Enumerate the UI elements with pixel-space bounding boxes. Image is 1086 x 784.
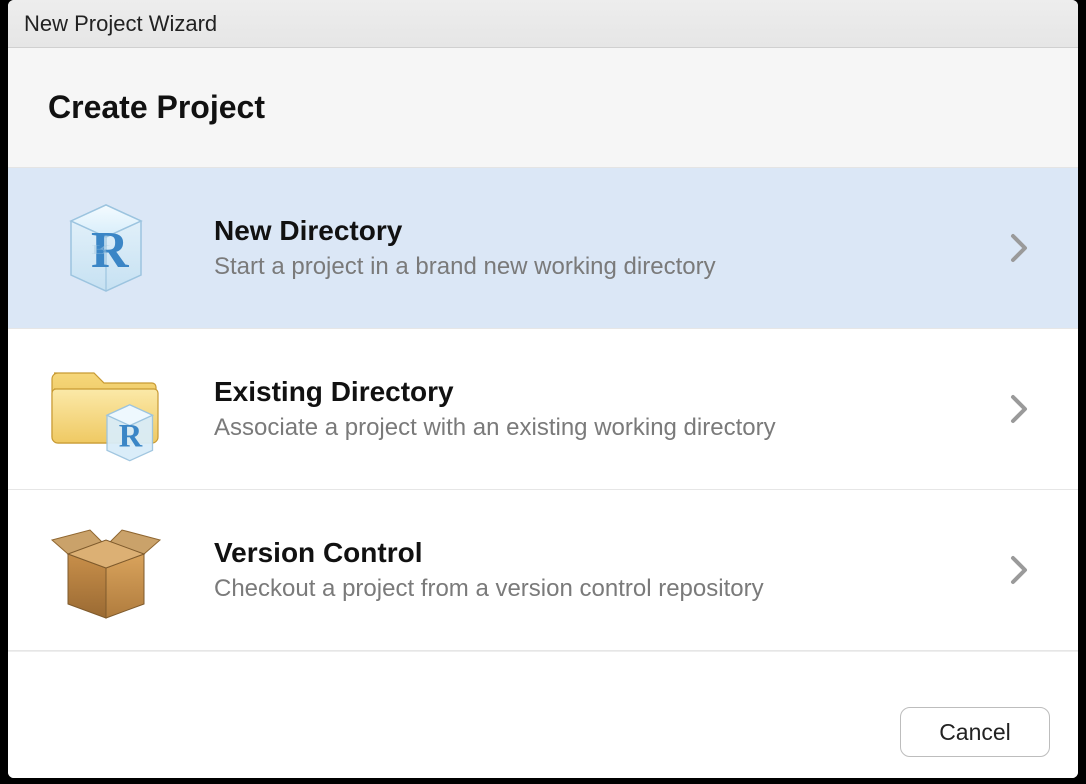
package-box-icon: R [46, 510, 166, 630]
chevron-right-icon [1010, 394, 1050, 424]
option-text: Version Control Checkout a project from … [214, 537, 1010, 603]
option-title: Version Control [214, 537, 1010, 569]
spacer [8, 651, 1078, 686]
option-subtitle: Associate a project with an existing wor… [214, 414, 1010, 442]
r-cube-icon: R R [46, 188, 166, 308]
options-list: R R New Directory Start a project in a b… [8, 168, 1078, 651]
option-subtitle: Start a project in a brand new working d… [214, 253, 1010, 281]
page-title: Create Project [48, 89, 265, 126]
option-text: Existing Directory Associate a project w… [214, 376, 1010, 442]
window-title: New Project Wizard [24, 11, 217, 37]
option-new-directory[interactable]: R R New Directory Start a project in a b… [8, 168, 1078, 329]
folder-r-cube-icon: R [46, 349, 166, 469]
chevron-right-icon [1010, 233, 1050, 263]
option-subtitle: Checkout a project from a version contro… [214, 575, 1010, 603]
cancel-button[interactable]: Cancel [900, 707, 1050, 757]
wizard-window: New Project Wizard Create Project [8, 0, 1078, 778]
option-text: New Directory Start a project in a brand… [214, 215, 1010, 281]
option-version-control[interactable]: R Version Control Checkout a project fro… [8, 490, 1078, 651]
svg-text:R: R [91, 242, 110, 258]
option-title: Existing Directory [214, 376, 1010, 408]
wizard-footer: Cancel [8, 686, 1078, 778]
svg-text:R: R [119, 418, 143, 454]
wizard-header: Create Project [8, 48, 1078, 168]
option-title: New Directory [214, 215, 1010, 247]
window-titlebar: New Project Wizard [8, 0, 1078, 48]
option-existing-directory[interactable]: R Existing Directory Associate a project… [8, 329, 1078, 490]
chevron-right-icon [1010, 555, 1050, 585]
